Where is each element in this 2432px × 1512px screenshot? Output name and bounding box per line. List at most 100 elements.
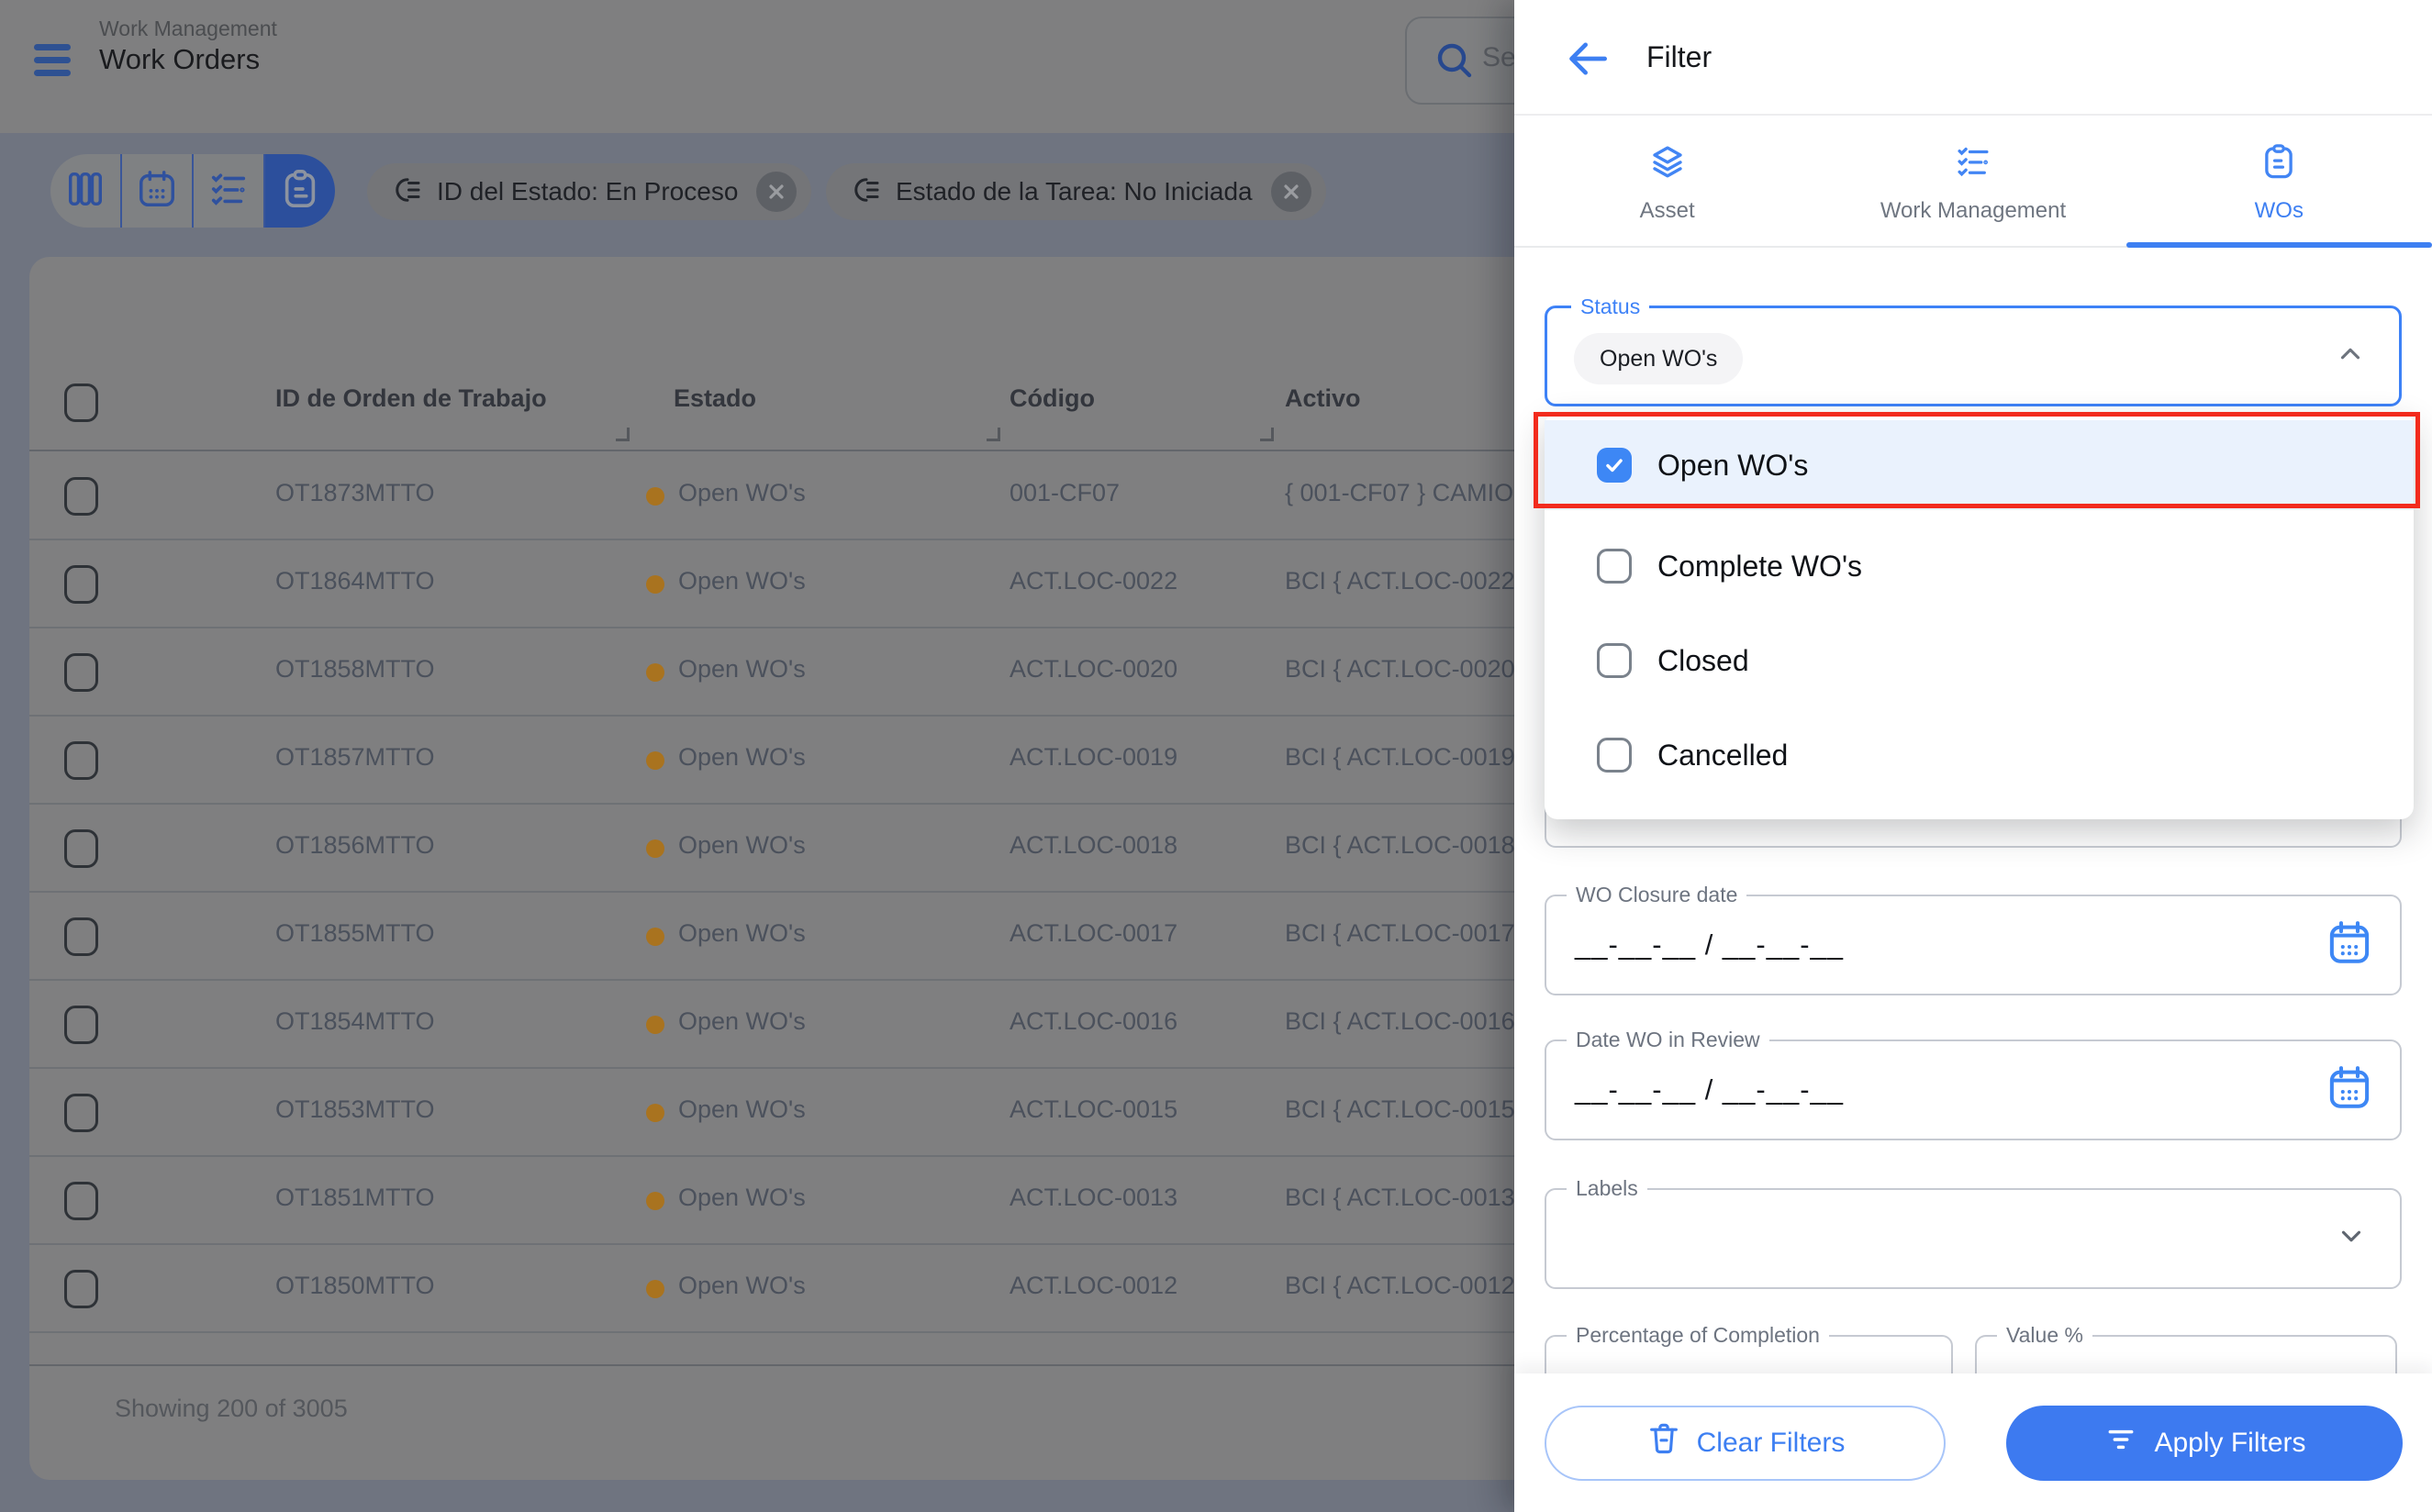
cell-asset: BCI { ACT.LOC-0019 — [1285, 743, 1515, 772]
clear-filters-button[interactable]: Clear Filters — [1545, 1406, 1946, 1481]
tab-work-management[interactable]: Work Management — [1820, 116, 2125, 250]
row-checkbox[interactable] — [64, 829, 98, 868]
labels-field[interactable]: Labels — [1545, 1188, 2402, 1289]
hamburger-menu-icon[interactable] — [34, 40, 74, 81]
cell-code: ACT.LOC-0015 — [1010, 1095, 1177, 1124]
filter-chip-icon — [850, 173, 883, 211]
row-checkbox[interactable] — [64, 741, 98, 780]
cell-status: Open WO's — [678, 919, 806, 948]
option-checkbox[interactable] — [1597, 643, 1632, 678]
status-dot-icon — [646, 928, 664, 946]
breadcrumb: Work Management — [99, 17, 277, 41]
kanban-columns-icon — [64, 168, 106, 215]
cell-status: Open WO's — [678, 831, 806, 860]
apply-filters-button[interactable]: Apply Filters — [2006, 1406, 2403, 1481]
tab-asset[interactable]: Asset — [1514, 116, 1820, 250]
cell-status: Open WO's — [678, 567, 806, 595]
view-calendar-button[interactable] — [122, 154, 194, 228]
column-header[interactable]: Activo — [1285, 384, 1361, 413]
dropdown-option-cancelled[interactable]: Cancelled — [1545, 710, 2414, 800]
filter-chip-label: ID del Estado: En Proceso — [437, 177, 738, 206]
column-header[interactable]: Estado — [674, 384, 756, 413]
checklist-icon — [1954, 142, 1992, 185]
date-wo-in-review-label: Date WO in Review — [1567, 1028, 1769, 1052]
cell-code: ACT.LOC-0022 — [1010, 567, 1177, 595]
view-workorders-button[interactable] — [265, 154, 335, 228]
cell-work-order-id: OT1853MTTO — [275, 1095, 435, 1124]
view-checklist-button[interactable] — [194, 154, 265, 228]
view-kanban-button[interactable] — [50, 154, 122, 228]
option-checkbox[interactable] — [1597, 549, 1632, 584]
cell-status: Open WO's — [678, 655, 806, 684]
chevron-up-icon[interactable] — [2335, 339, 2366, 374]
cell-asset: BCI { ACT.LOC-0015 — [1285, 1095, 1515, 1124]
option-label: Complete WO's — [1657, 550, 1862, 584]
view-switcher — [50, 154, 335, 228]
annotation-highlight-box — [1534, 412, 2420, 508]
status-dot-icon — [646, 663, 664, 682]
page-title: Work Orders — [99, 43, 260, 76]
cell-asset: BCI { ACT.LOC-0012 — [1285, 1272, 1515, 1300]
cell-work-order-id: OT1850MTTO — [275, 1272, 435, 1300]
table-footer-count: Showing 200 of 3005 — [115, 1395, 348, 1423]
clipboard-icon — [2259, 142, 2298, 185]
column-header[interactable]: ID de Orden de Trabajo — [275, 384, 547, 413]
option-checkbox[interactable] — [1597, 738, 1632, 773]
checklist-icon — [207, 168, 250, 215]
dropdown-option-complete-wo-s[interactable]: Complete WO's — [1545, 521, 2414, 611]
status-dot-icon — [646, 839, 664, 858]
row-checkbox[interactable] — [64, 565, 98, 604]
filter-chip[interactable]: Estado de la Tarea: No Iniciada — [826, 163, 1326, 220]
column-handle-icon[interactable] — [616, 428, 630, 441]
cell-status: Open WO's — [678, 1007, 806, 1036]
cell-asset: { 001-CF07 } CAMIO — [1285, 479, 1513, 507]
cell-work-order-id: OT1864MTTO — [275, 567, 435, 595]
chevron-down-icon[interactable] — [2336, 1221, 2367, 1257]
chip-close-icon[interactable] — [1271, 172, 1311, 212]
cell-code: ACT.LOC-0018 — [1010, 831, 1177, 860]
filter-chip[interactable]: ID del Estado: En Proceso — [367, 163, 811, 220]
filter-lines-icon — [2103, 1421, 2139, 1465]
filter-panel: Filter AssetWork ManagementWOs Status Op… — [1514, 0, 2432, 1512]
cell-status: Open WO's — [678, 1272, 806, 1300]
active-tab-underline — [2126, 242, 2432, 248]
row-checkbox[interactable] — [64, 653, 98, 692]
date-wo-in-review-placeholder: __-__-__ / __-__-__ — [1575, 1073, 1844, 1106]
cell-status: Open WO's — [678, 479, 806, 507]
chip-close-icon[interactable] — [756, 172, 797, 212]
cell-asset: BCI { ACT.LOC-0020 — [1285, 655, 1515, 684]
row-checkbox[interactable] — [64, 1270, 98, 1308]
date-wo-in-review-field[interactable]: Date WO in Review __-__-__ / __-__-__ — [1545, 1040, 2402, 1140]
dropdown-option-closed[interactable]: Closed — [1545, 616, 2414, 706]
cell-code: 001-CF07 — [1010, 479, 1120, 507]
back-arrow-icon[interactable] — [1562, 33, 1613, 84]
calendar-icon[interactable] — [2325, 918, 2374, 973]
column-handle-icon[interactable] — [987, 428, 1000, 441]
column-handle-icon[interactable] — [1260, 428, 1274, 441]
column-header[interactable]: Código — [1010, 384, 1095, 413]
panel-footer: Clear Filters Apply Filters — [1514, 1373, 2432, 1512]
cell-code: ACT.LOC-0012 — [1010, 1272, 1177, 1300]
row-checkbox[interactable] — [64, 477, 98, 516]
panel-title: Filter — [1646, 40, 1712, 74]
row-checkbox[interactable] — [64, 1006, 98, 1044]
status-select[interactable]: Status Open WO's — [1545, 306, 2402, 406]
calendar-icon[interactable] — [2325, 1063, 2374, 1117]
row-checkbox[interactable] — [64, 1094, 98, 1132]
apply-filters-label: Apply Filters — [2154, 1428, 2305, 1459]
cell-work-order-id: OT1855MTTO — [275, 919, 435, 948]
row-checkbox[interactable] — [64, 1182, 98, 1220]
cell-work-order-id: OT1854MTTO — [275, 1007, 435, 1036]
cell-code: ACT.LOC-0013 — [1010, 1184, 1177, 1212]
status-selected-chip[interactable]: Open WO's — [1574, 333, 1743, 384]
search-icon — [1433, 39, 1477, 87]
row-checkbox[interactable] — [64, 917, 98, 956]
tab-wos[interactable]: WOs — [2126, 116, 2432, 250]
select-all-checkbox[interactable] — [64, 384, 98, 422]
clear-filters-label: Clear Filters — [1697, 1428, 1846, 1459]
wo-closure-date-placeholder: __-__-__ / __-__-__ — [1575, 928, 1844, 962]
wo-closure-date-field[interactable]: WO Closure date __-__-__ / __-__-__ — [1545, 895, 2402, 995]
percentage-of-completion-label: Percentage of Completion — [1567, 1323, 1829, 1348]
filter-chip-icon — [391, 173, 424, 211]
value-percent-label: Value % — [1997, 1323, 2092, 1348]
